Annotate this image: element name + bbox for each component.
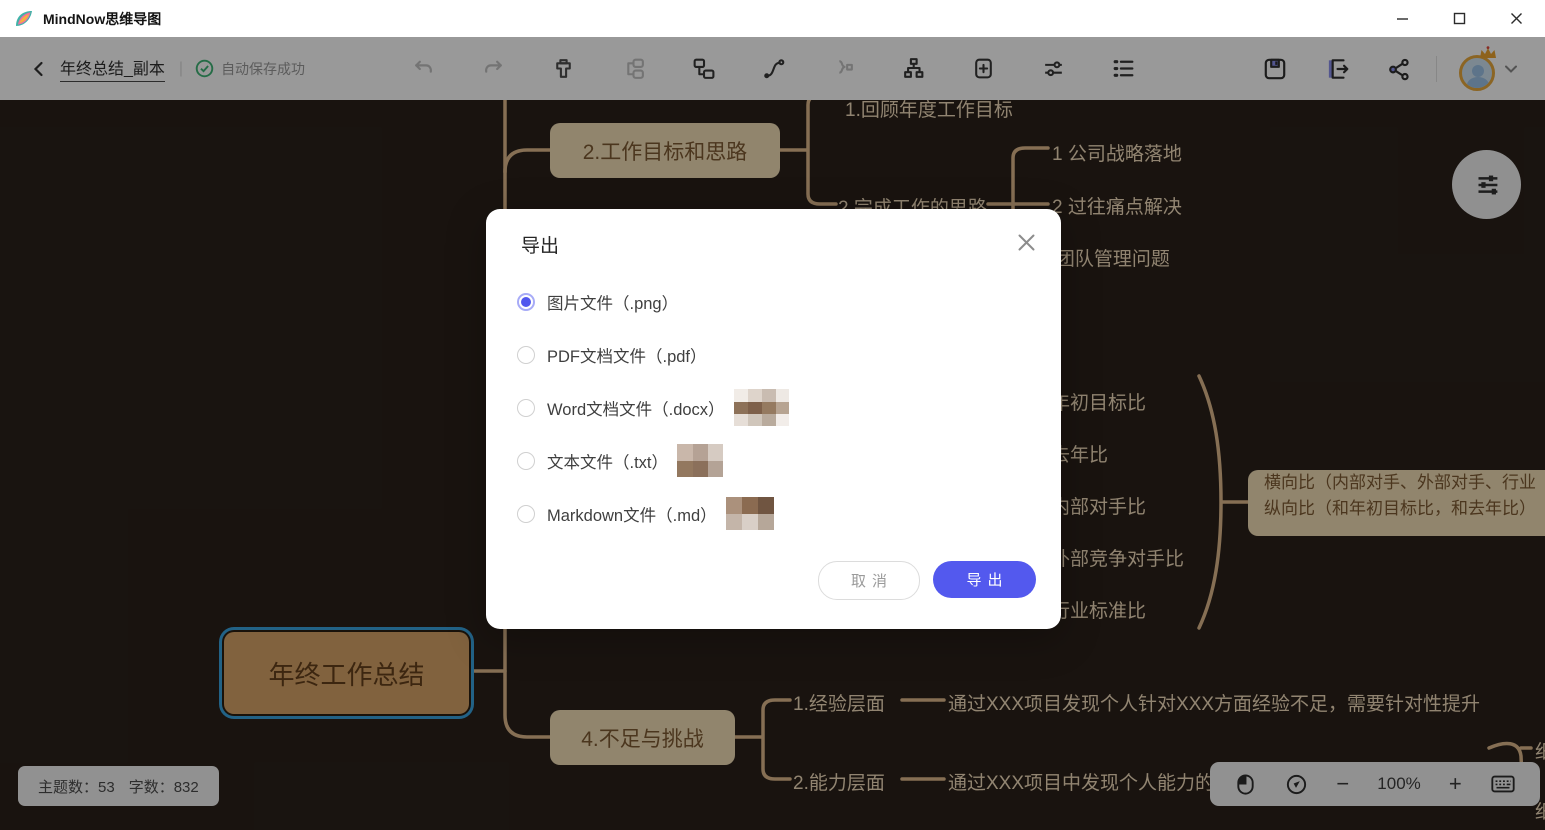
option-pdf-label: PDF文档文件（.pdf） xyxy=(547,343,707,367)
radio-txt[interactable] xyxy=(517,452,535,470)
radio-pdf[interactable] xyxy=(517,346,535,364)
option-md[interactable]: Markdown文件（.md） xyxy=(517,487,1030,540)
confirm-export-button[interactable]: 导出 xyxy=(933,561,1036,598)
option-docx-label: Word文档文件（.docx） xyxy=(547,396,725,420)
option-docx[interactable]: Word文档文件（.docx） xyxy=(517,381,1030,434)
option-md-label: Markdown文件（.md） xyxy=(547,502,717,526)
app-logo-icon xyxy=(14,9,34,29)
radio-md[interactable] xyxy=(517,505,535,523)
minimize-button[interactable] xyxy=(1374,0,1431,37)
export-format-options: 图片文件（.png） PDF文档文件（.pdf） Word文档文件（.docx）… xyxy=(517,275,1030,540)
window-controls xyxy=(1374,0,1545,37)
radio-png[interactable] xyxy=(517,293,535,311)
maximize-button[interactable] xyxy=(1431,0,1488,37)
mindnow-app-window: 1.回顾年度工作目标 2 完成工作的思路 1 公司战略落地 2 过往痛点解决 3… xyxy=(0,0,1545,830)
dialog-title: 导出 xyxy=(521,231,559,258)
close-window-button[interactable] xyxy=(1488,0,1545,37)
app-title: MindNow思维导图 xyxy=(43,9,161,29)
option-png[interactable]: 图片文件（.png） xyxy=(517,275,1030,328)
option-pdf[interactable]: PDF文档文件（.pdf） xyxy=(517,328,1030,381)
option-txt[interactable]: 文本文件（.txt） xyxy=(517,434,1030,487)
cancel-button[interactable]: 取消 xyxy=(818,561,920,600)
blurred-vip-badge xyxy=(726,497,774,530)
blurred-vip-badge xyxy=(734,389,789,426)
close-icon xyxy=(1017,233,1036,252)
radio-docx[interactable] xyxy=(517,399,535,417)
blurred-vip-badge xyxy=(677,444,723,477)
close-dialog-button[interactable] xyxy=(1013,229,1039,255)
option-png-label: 图片文件（.png） xyxy=(547,290,678,314)
option-txt-label: 文本文件（.txt） xyxy=(547,449,668,473)
export-dialog: 导出 图片文件（.png） PDF文档文件（.pdf） Word文档文件（.do… xyxy=(486,209,1061,629)
window-titlebar: MindNow思维导图 xyxy=(0,0,1545,37)
